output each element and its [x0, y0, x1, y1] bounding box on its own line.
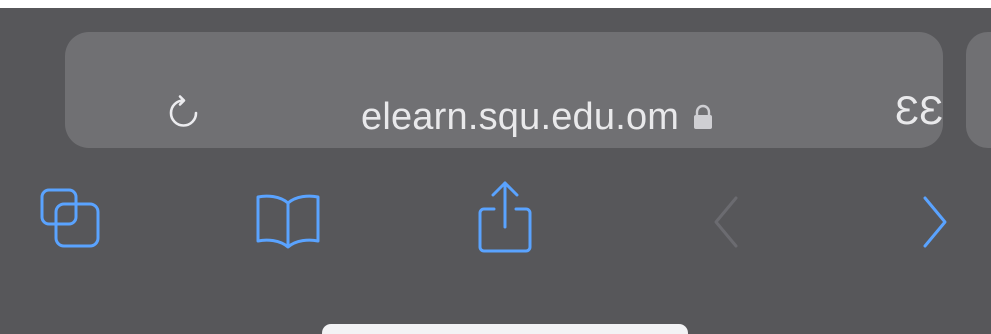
bookmarks-button[interactable] [254, 193, 322, 251]
reload-button[interactable] [165, 94, 207, 139]
address-bar[interactable]: elearn.squ.edu.om ƐƐ [65, 32, 943, 148]
reload-icon [166, 94, 206, 139]
browser-chrome: elearn.squ.edu.om ƐƐ [0, 8, 991, 334]
tabs-icon [40, 188, 102, 255]
reader-mode-button[interactable]: ƐƐ [895, 91, 943, 131]
lock-icon [691, 103, 715, 133]
url-text: elearn.squ.edu.om [361, 95, 680, 138]
tabs-button[interactable] [40, 188, 102, 255]
url-display[interactable]: elearn.squ.edu.om [361, 94, 715, 140]
share-icon [476, 179, 534, 260]
bookmarks-icon [254, 191, 322, 254]
forward-button[interactable] [915, 195, 955, 253]
back-chevron-icon [710, 194, 742, 255]
next-tab-address-bar[interactable] [966, 32, 991, 148]
share-button[interactable] [476, 181, 534, 257]
forward-chevron-icon [919, 194, 951, 255]
back-button[interactable] [706, 195, 746, 253]
reader-mode-label: ƐƐ [895, 89, 944, 133]
home-indicator [322, 324, 688, 334]
